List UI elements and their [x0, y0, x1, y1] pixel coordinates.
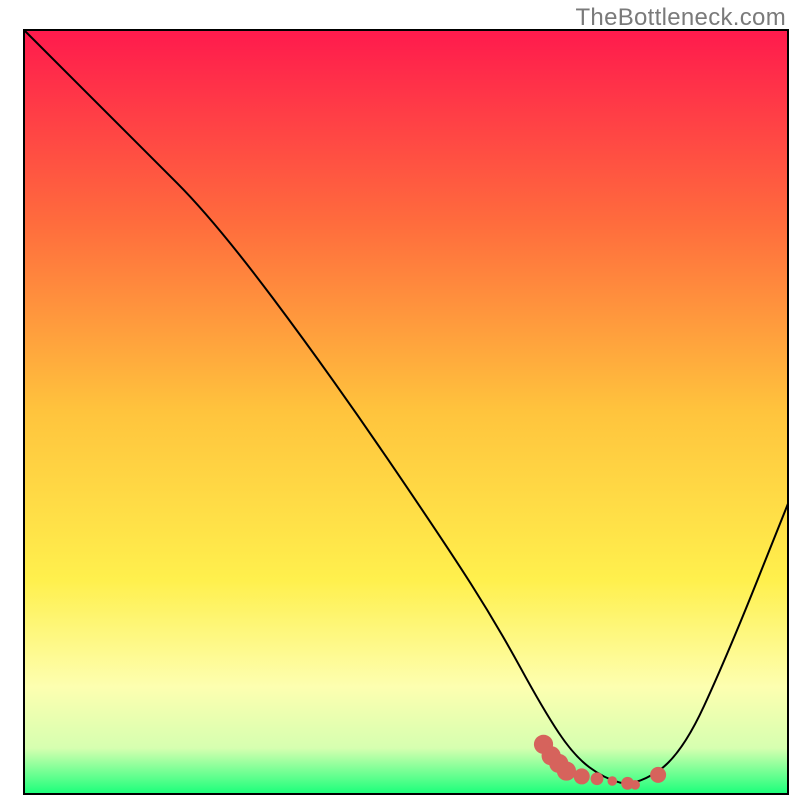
- marker-dot: [574, 768, 590, 784]
- marker-dot: [607, 776, 617, 786]
- marker-dot: [591, 772, 604, 785]
- bottleneck-chart: [0, 0, 800, 800]
- watermark-text: TheBottleneck.com: [575, 4, 786, 32]
- marker-dot: [630, 780, 640, 790]
- marker-dot: [557, 761, 576, 780]
- marker-dot: [650, 767, 666, 783]
